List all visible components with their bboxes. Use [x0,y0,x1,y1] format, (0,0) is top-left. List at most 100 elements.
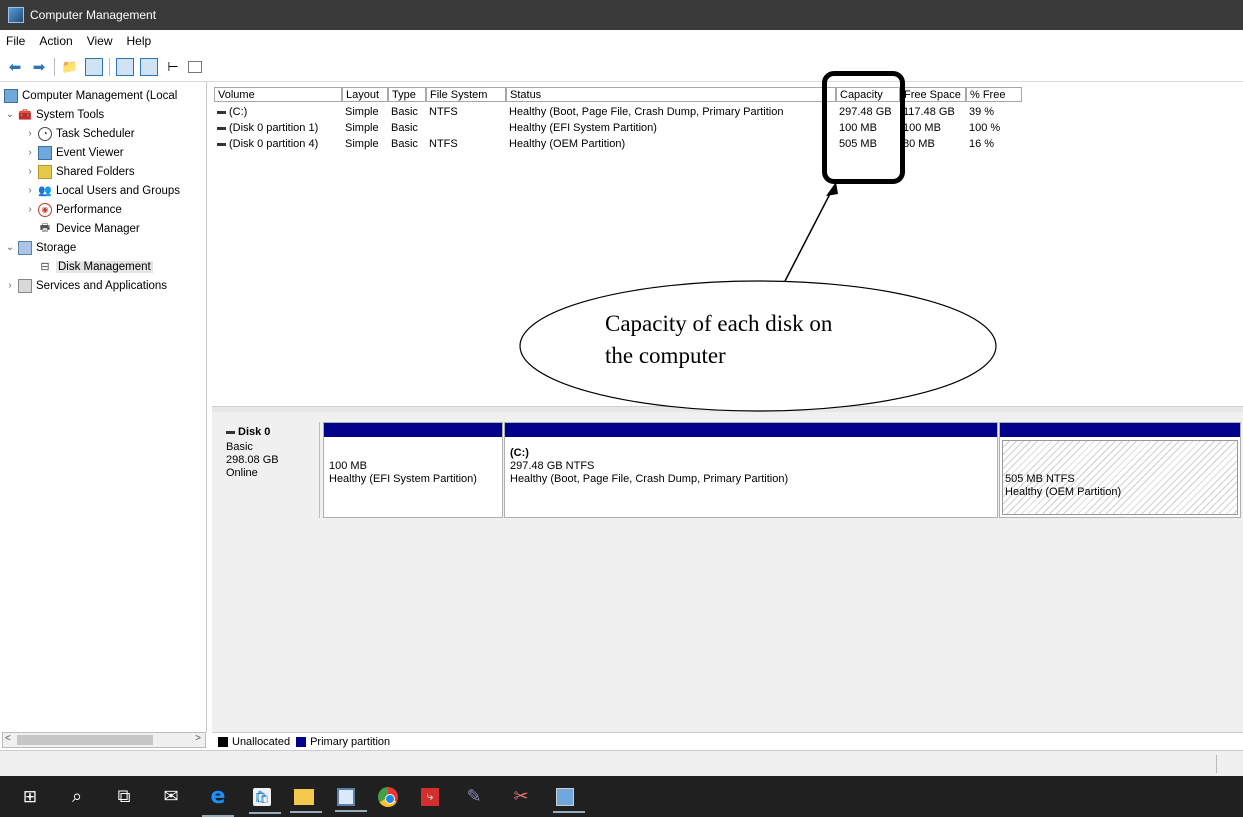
tree-item-device-manager[interactable]: 🖶 Device Manager [38,219,140,238]
volume-layout: Simple [345,138,379,150]
chevron-down-icon[interactable]: ⌄ [4,109,16,120]
primary-partition-swatch [296,736,307,747]
toolbox-icon: 🧰 [18,109,32,121]
column-status[interactable]: Status [506,87,836,102]
chevron-right-icon[interactable]: › [24,147,36,158]
column-percent-free[interactable]: % Free [966,87,1022,102]
column-type[interactable]: Type [388,87,426,102]
toolbar-separator [54,57,55,76]
tree-item-root[interactable]: Computer Management (Local [4,86,177,105]
volume-status: Healthy (Boot, Page File, Crash Dump, Pr… [509,106,784,118]
menu-bar: File Action View Help [0,30,1243,52]
chevron-down-icon[interactable]: ⌄ [4,242,16,253]
tree-item-shared-folders[interactable]: › Shared Folders [24,162,135,181]
column-file-system[interactable]: File System [426,87,506,102]
mail-icon[interactable]: ✉ [159,785,183,809]
partition-efi[interactable]: 100 MB Healthy (EFI System Partition) [323,422,503,518]
up-folder-icon[interactable]: 📁 [61,58,79,76]
chevron-right-icon[interactable]: › [24,128,36,139]
running-indicator [249,811,281,814]
menu-action[interactable]: Action [39,34,72,48]
properties-icon[interactable] [140,57,158,76]
event-viewer-icon [38,145,52,160]
volume-icon [217,126,226,130]
volume-free-space: 117.48 GB [903,106,955,118]
edge-browser-icon[interactable]: e [202,784,234,817]
column-free-space[interactable]: Free Space [900,87,966,102]
column-layout[interactable]: Layout [342,87,388,102]
menu-view[interactable]: View [87,34,113,48]
legend-primary: Primary partition [310,735,391,748]
clock-icon: ◔ [38,126,52,141]
chevron-right-icon[interactable]: › [24,166,36,177]
tree-item-local-users[interactable]: › 👥 Local Users and Groups [24,181,180,200]
tree-horizontal-scrollbar[interactable]: < > [2,732,206,748]
partition-size: 505 MB NTFS [1005,473,1075,485]
scroll-right-icon[interactable]: > [195,733,201,744]
capacity-highlight-box [822,71,905,184]
back-arrow-icon[interactable]: ⬅ [6,58,24,76]
volume-name[interactable]: (Disk 0 partition 4) [214,138,342,153]
task-view-icon[interactable]: ⧉ [112,785,136,809]
volume-layout: Simple [345,122,379,134]
menu-help[interactable]: Help [127,34,152,48]
tree-item-event-viewer[interactable]: › Event Viewer [24,143,124,162]
volume-file-system [426,122,506,137]
windows-start-icon[interactable]: ⊞ [18,785,42,809]
partition-size: 100 MB [329,460,367,472]
pdf-reader-icon[interactable]: ⤷ [421,787,439,806]
outlook-icon[interactable] [335,787,367,812]
file-explorer-icon[interactable] [290,788,322,813]
chevron-right-icon[interactable]: › [24,185,36,196]
forward-arrow-icon[interactable]: ➡ [30,58,48,76]
show-hide-tree-icon[interactable] [85,57,103,76]
menu-file[interactable]: File [6,34,25,48]
title-bar: Computer Management [0,0,1243,30]
partition-size: 297.48 GB NTFS [510,460,595,472]
running-indicator [335,809,367,812]
scroll-left-icon[interactable]: < [5,733,11,744]
tree-item-system-tools[interactable]: ⌄ 🧰 System Tools [4,105,104,124]
volume-icon [217,142,226,146]
disk-management-icon: ⊟ [40,261,50,273]
volume-layout: Simple [345,106,379,118]
action-pane-icon[interactable] [188,60,202,73]
computer-management-icon [8,7,24,23]
services-icon [18,278,32,293]
disk-info[interactable]: Disk 0 Basic 298.08 GB Online [222,422,320,518]
volume-file-system: NTFS [429,138,458,150]
search-icon[interactable]: ⌕ [65,785,89,809]
volume-free-space: 100 MB [903,122,941,134]
tree-item-performance[interactable]: › ◉ Performance [24,200,122,219]
tree-item-task-scheduler[interactable]: › ◔ Task Scheduler [24,124,135,143]
volume-name[interactable]: (C:) [214,106,342,121]
export-list-icon[interactable]: ⊢ [164,58,182,76]
computer-management-taskbar-icon[interactable] [553,787,585,813]
shared-folder-icon [38,164,52,179]
help-icon[interactable] [116,57,134,76]
users-icon: 👥 [38,185,52,197]
scrollbar-thumb[interactable] [17,735,153,745]
volume-name[interactable]: (Disk 0 partition 1) [214,122,342,137]
partition-c[interactable]: (C:) 297.48 GB NTFS Healthy (Boot, Page … [504,422,998,518]
running-indicator [290,810,322,813]
snipping-tool-icon[interactable]: ✂ [509,785,533,809]
toolbar: ⬅ ➡ 📁 ⊢ [0,52,1243,82]
partition-status: Healthy (EFI System Partition) [329,473,477,485]
disk-icon [226,430,235,434]
primary-partition-bar [1000,423,1240,437]
partition-oem[interactable]: 505 MB NTFS Healthy (OEM Partition) [999,422,1241,518]
chevron-right-icon[interactable]: › [4,280,16,291]
tree-item-services[interactable]: › Services and Applications [4,276,167,295]
status-divider [1216,755,1217,773]
primary-partition-bar [505,423,997,437]
column-volume[interactable]: Volume [214,87,342,102]
store-icon[interactable]: 🛍 [249,787,281,814]
tree-item-storage[interactable]: ⌄ Storage [4,238,76,257]
chrome-icon[interactable] [378,786,398,807]
tree-item-disk-management[interactable]: ⊟ Disk Management [38,257,153,276]
volume-type: Basic [391,122,418,134]
chevron-right-icon[interactable]: › [24,204,36,215]
paint-icon[interactable]: ✎ [462,785,486,809]
partition-status: Healthy (OEM Partition) [1005,486,1122,498]
